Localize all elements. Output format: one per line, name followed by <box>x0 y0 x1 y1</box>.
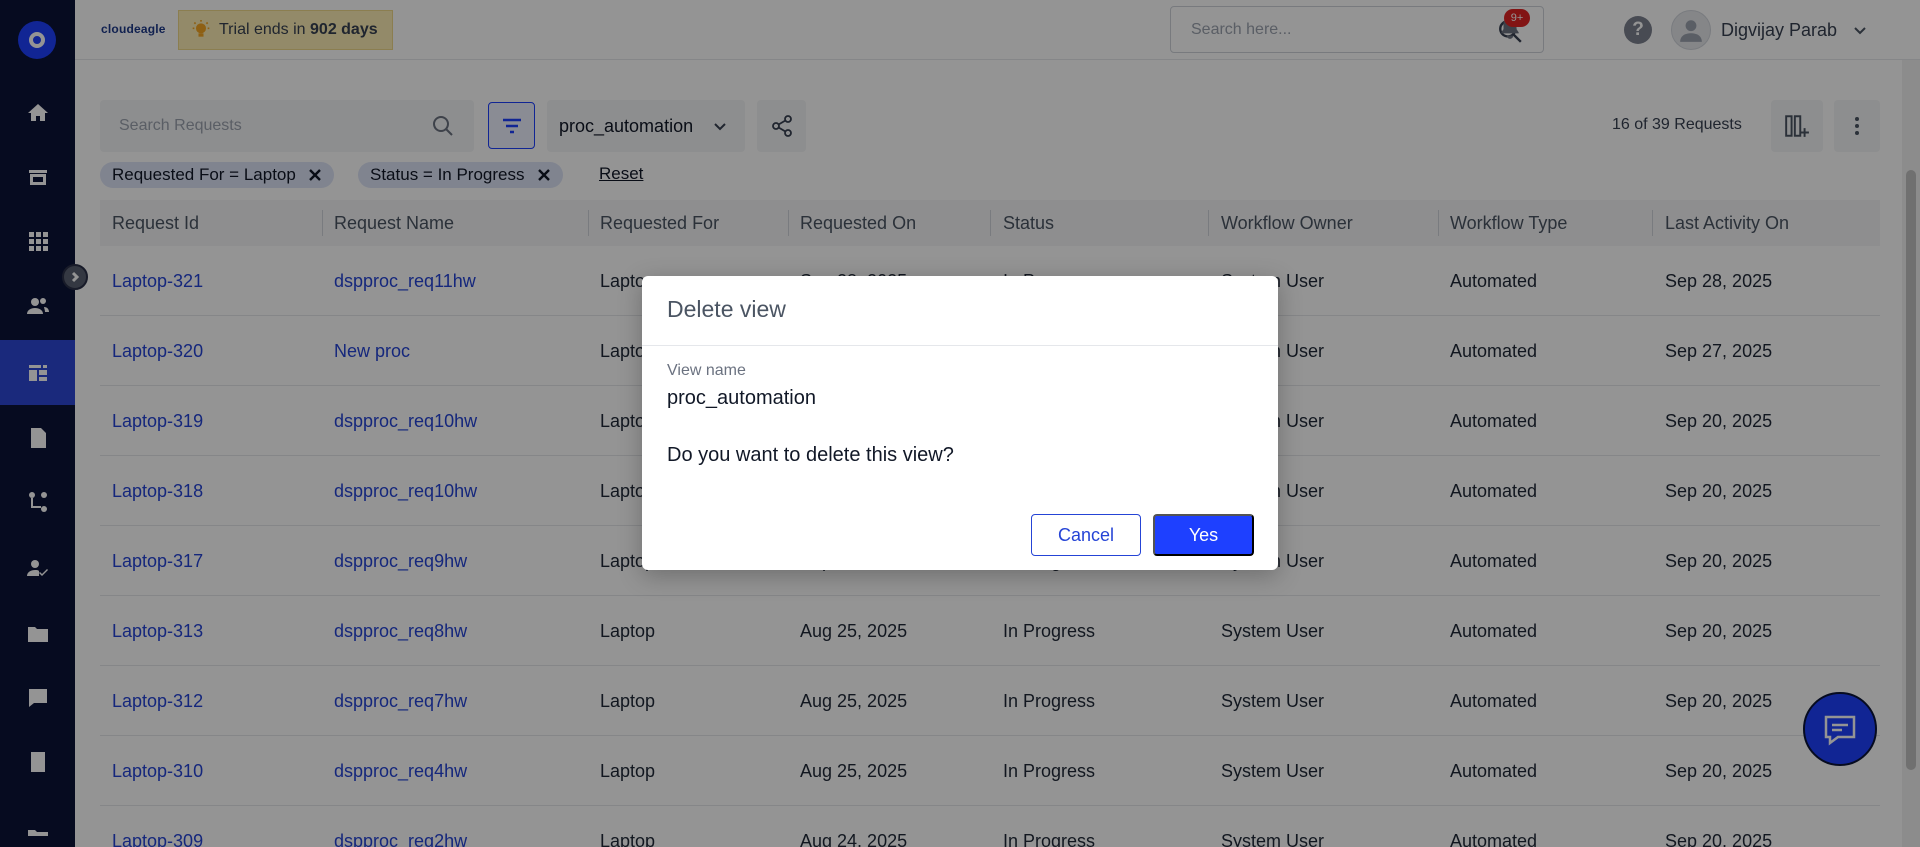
delete-view-dialog: Delete view View name proc_automation Do… <box>642 276 1278 570</box>
view-name-value: proc_automation <box>667 387 816 409</box>
dialog-title: Delete view <box>667 296 786 322</box>
view-name-label: View name <box>667 362 746 379</box>
confirm-question: Do you want to delete this view? <box>667 444 954 466</box>
confirm-delete-button[interactable]: Yes <box>1153 514 1254 556</box>
dialog-divider <box>642 345 1278 346</box>
cancel-button[interactable]: Cancel <box>1031 514 1141 556</box>
